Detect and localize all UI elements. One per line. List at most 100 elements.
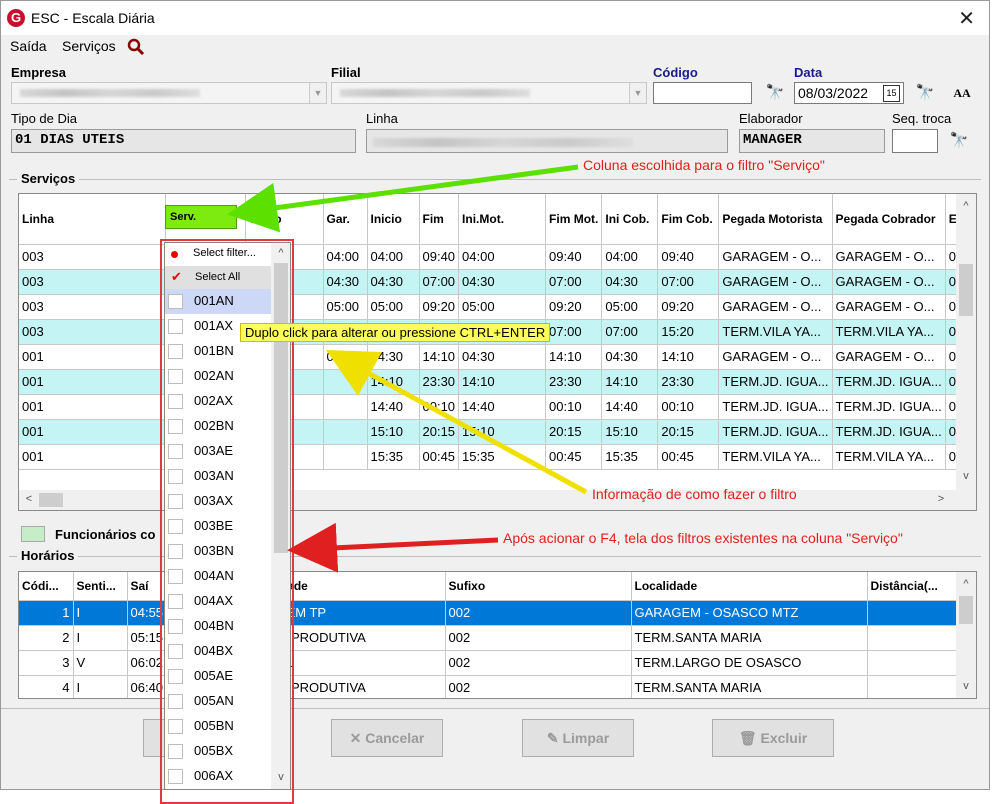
table-cell[interactable]	[323, 419, 368, 445]
table-cell[interactable]: GARAGEM - O...	[718, 294, 833, 320]
table-cell[interactable]: 09:20	[419, 294, 460, 320]
table-cell[interactable]	[323, 369, 368, 395]
table-cell[interactable]: 3	[19, 650, 74, 676]
column-header[interactable]: Pegada Motorista	[718, 194, 833, 245]
table-cell[interactable]	[867, 675, 958, 698]
table-cell[interactable]: 05:00	[601, 294, 659, 320]
column-header[interactable]: Inicio	[367, 194, 420, 245]
table-cell[interactable]: TERM.JD. IGUA...	[832, 369, 946, 395]
table-cell[interactable]: 04:30	[367, 344, 420, 370]
table-cell[interactable]: 002	[445, 625, 632, 651]
table-cell[interactable]: TERM.JD. IGUA...	[832, 394, 946, 420]
column-header[interactable]: Distância(...	[867, 572, 958, 601]
column-header[interactable]: Ini.Mot.	[458, 194, 547, 245]
table-cell[interactable]: TERM.VILA YA...	[718, 444, 833, 470]
table-cell[interactable]: 00:10	[545, 394, 603, 420]
table-cell[interactable]: GARAGEM - O...	[832, 244, 946, 270]
table-cell[interactable]: I	[73, 675, 128, 698]
table-cell[interactable]: 002	[445, 675, 632, 698]
column-header[interactable]: Ini Cob.	[601, 194, 659, 245]
table-cell[interactable]: 003	[19, 294, 166, 320]
table-cell[interactable]: M PRODUTIVA	[273, 675, 446, 698]
binoculars-icon[interactable]: 🔭	[948, 130, 970, 152]
table-cell[interactable]: 00:45	[419, 444, 460, 470]
table-cell[interactable]: 04:30	[323, 269, 368, 295]
chevron-up-icon[interactable]: ^	[958, 578, 974, 590]
vertical-scrollbar[interactable]: ^ v	[956, 194, 976, 490]
table-cell[interactable]: 002	[445, 650, 632, 676]
column-header[interactable]: Fim Mot.	[545, 194, 603, 245]
chevron-left-icon[interactable]: <	[21, 493, 37, 505]
limpar-button[interactable]: ✎ Limpar	[522, 719, 634, 757]
table-cell[interactable]: 09:40	[657, 244, 720, 270]
table-cell[interactable]: 15:20	[657, 319, 720, 345]
table-cell[interactable]: 15:10	[367, 419, 420, 445]
table-cell[interactable]: AL	[273, 650, 446, 676]
table-cell[interactable]	[867, 600, 958, 626]
table-cell[interactable]: 04:00	[367, 244, 420, 270]
column-header[interactable]: Códi...	[19, 572, 74, 601]
close-icon[interactable]: ✕	[958, 6, 975, 31]
table-cell[interactable]: TERM.VILA YA...	[832, 319, 946, 345]
table-cell[interactable]: 001	[19, 394, 166, 420]
table-cell[interactable]: 14:10	[657, 344, 720, 370]
column-header[interactable]: idade	[273, 572, 446, 601]
table-cell[interactable]: 15:35	[458, 444, 547, 470]
table-cell[interactable]: 04:30	[601, 269, 659, 295]
table-cell[interactable]: 14:10	[458, 369, 547, 395]
table-cell[interactable]: 05:00	[458, 294, 547, 320]
table-cell[interactable]: 04:30	[458, 269, 547, 295]
table-cell[interactable]: 14:40	[367, 394, 420, 420]
table-cell[interactable]: 00:45	[545, 444, 603, 470]
table-cell[interactable]: 003	[19, 269, 166, 295]
table-cell[interactable]: 09:20	[657, 294, 720, 320]
table-cell[interactable]: GARAGEM - O...	[832, 344, 946, 370]
table-cell[interactable]: GARAGEM - O...	[718, 344, 833, 370]
table-cell[interactable]: 15:35	[601, 444, 659, 470]
table-cell[interactable]: 09:40	[545, 244, 603, 270]
column-header[interactable]: Localidade	[631, 572, 868, 601]
table-cell[interactable]: I	[73, 600, 128, 626]
cancelar-button[interactable]: ✕ Cancelar	[331, 719, 443, 757]
chevron-right-icon[interactable]: >	[933, 493, 949, 505]
column-header[interactable]: Turno	[245, 194, 324, 245]
table-cell[interactable]	[867, 625, 958, 651]
table-cell[interactable]: 04:30	[323, 344, 368, 370]
table-cell[interactable]: 20:15	[545, 419, 603, 445]
table-cell[interactable]: TERM.VILA YA...	[832, 444, 946, 470]
table-cell[interactable]: M PRODUTIVA	[273, 625, 446, 651]
data-input[interactable]: 08/03/2022 15	[794, 82, 904, 104]
table-cell[interactable]	[867, 650, 958, 676]
serv-column-header[interactable]: Serv.	[165, 205, 237, 229]
table-cell[interactable]: 4	[19, 675, 74, 698]
table-cell[interactable]: 002	[445, 600, 632, 626]
scrollbar-thumb[interactable]	[959, 264, 973, 316]
table-cell[interactable]: 23:30	[545, 369, 603, 395]
table-cell[interactable]: 003	[19, 319, 166, 345]
table-cell[interactable]: 14:40	[601, 394, 659, 420]
table-cell[interactable]: 07:00	[657, 269, 720, 295]
table-cell[interactable]	[323, 394, 368, 420]
table-cell[interactable]: GARAGEM - O...	[832, 269, 946, 295]
table-cell[interactable]: 001	[19, 369, 166, 395]
table-cell[interactable]: V	[73, 650, 128, 676]
scrollbar-thumb[interactable]	[959, 596, 973, 624]
table-cell[interactable]: 20:15	[657, 419, 720, 445]
table-cell[interactable]: I	[73, 625, 128, 651]
table-cell[interactable]: 07:00	[601, 319, 659, 345]
table-cell[interactable]: 001	[19, 444, 166, 470]
chevron-down-icon[interactable]: v	[958, 470, 974, 482]
menu-saida[interactable]: Saída	[10, 38, 47, 54]
codigo-input[interactable]	[653, 82, 752, 104]
excluir-button[interactable]: 🗑 Excluir	[712, 719, 834, 757]
table-cell[interactable]: 1	[19, 600, 74, 626]
column-header[interactable]: Sufixo	[445, 572, 632, 601]
table-cell[interactable]: 07:00	[419, 269, 460, 295]
binoculars-icon[interactable]: 🔭	[764, 82, 786, 104]
table-cell[interactable]: 001	[19, 344, 166, 370]
table-cell[interactable]: TERM.JD. IGUA...	[718, 369, 833, 395]
table-cell[interactable]: 00:10	[419, 394, 460, 420]
table-cell[interactable]	[323, 444, 368, 470]
font-size-icon[interactable]: AA	[951, 82, 973, 104]
table-cell[interactable]: 09:40	[419, 244, 460, 270]
